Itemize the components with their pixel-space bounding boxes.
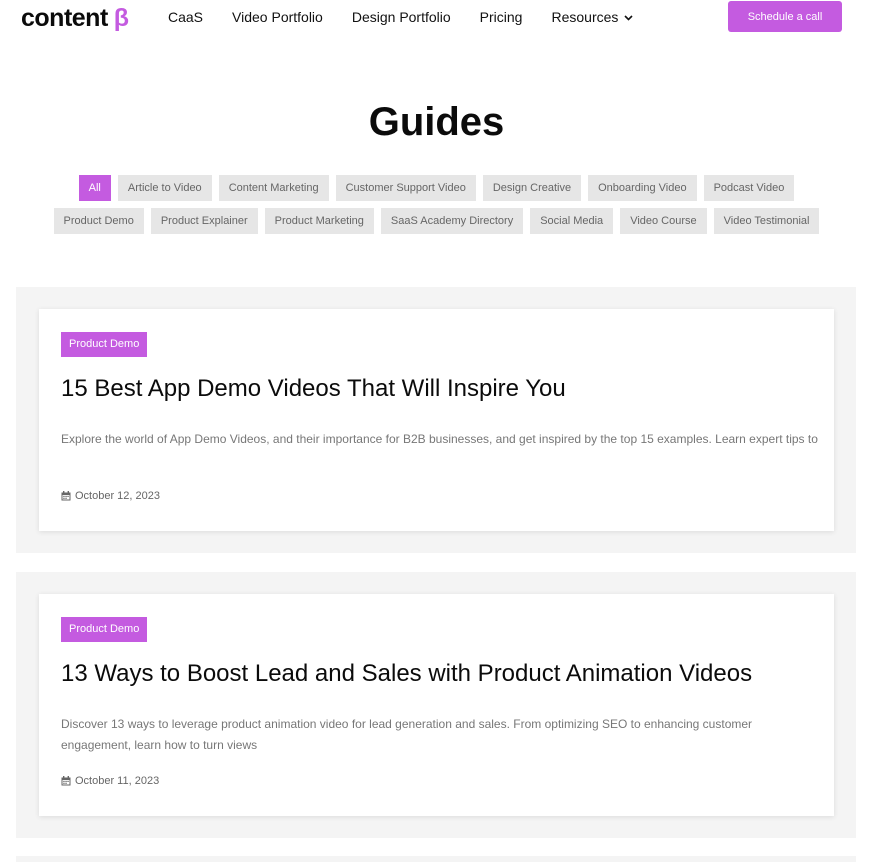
- schedule-call-button[interactable]: Schedule a call: [728, 1, 842, 32]
- filter-article-to-video[interactable]: Article to Video: [117, 175, 212, 201]
- post-section: [16, 856, 856, 862]
- post-excerpt: Discover 13 ways to leverage product ani…: [61, 717, 753, 752]
- logo-beta-mark: β: [113, 4, 129, 32]
- post-date: October 12, 2023: [61, 490, 160, 502]
- calendar-icon: [61, 776, 71, 786]
- filter-product-demo[interactable]: Product Demo: [53, 208, 144, 234]
- calendar-icon: [61, 491, 71, 501]
- post-tag[interactable]: Product Demo: [61, 332, 148, 357]
- post-card[interactable]: Product Demo 13 Ways to Boost Lead and S…: [39, 594, 834, 816]
- post-section: Product Demo 13 Ways to Boost Lead and S…: [16, 572, 856, 838]
- filter-saas-academy-directory[interactable]: SaaS Academy Directory: [380, 208, 524, 234]
- logo-text: content: [21, 4, 108, 32]
- nav-resources[interactable]: Resources: [551, 9, 633, 25]
- nav-resources-label: Resources: [551, 9, 619, 25]
- filter-podcast-video[interactable]: Podcast Video: [703, 175, 795, 201]
- site-header: content β CaaS Video Portfolio Design Por…: [0, 0, 895, 36]
- nav-video-portfolio[interactable]: Video Portfolio: [232, 9, 323, 25]
- filter-content-marketing[interactable]: Content Marketing: [218, 175, 329, 201]
- filter-all[interactable]: All: [78, 175, 111, 201]
- filter-row: All Article to Video Content Marketing C…: [0, 175, 873, 201]
- post-date-text: October 11, 2023: [75, 775, 160, 787]
- post-title[interactable]: 15 Best App Demo Videos That Will Inspir…: [61, 375, 821, 403]
- logo[interactable]: content β: [21, 4, 129, 33]
- post-date-text: October 12, 2023: [75, 490, 161, 502]
- filter-video-testimonial[interactable]: Video Testimonial: [713, 208, 820, 234]
- post-section: Product Demo 15 Best App Demo Videos Tha…: [16, 287, 856, 553]
- filter-social-media[interactable]: Social Media: [530, 208, 614, 234]
- filter-product-marketing[interactable]: Product Marketing: [264, 208, 374, 234]
- filter-design-creative[interactable]: Design Creative: [482, 175, 582, 201]
- filter-video-course[interactable]: Video Course: [620, 208, 707, 234]
- chevron-down-icon: [624, 15, 633, 21]
- post-card[interactable]: Product Demo 15 Best App Demo Videos Tha…: [39, 309, 834, 531]
- nav-caas[interactable]: CaaS: [168, 9, 203, 25]
- filter-customer-support-video[interactable]: Customer Support Video: [335, 175, 476, 201]
- filter-onboarding-video[interactable]: Onboarding Video: [588, 175, 697, 201]
- nav-pricing[interactable]: Pricing: [480, 9, 523, 25]
- nav-design-portfolio[interactable]: Design Portfolio: [352, 9, 451, 25]
- post-date: October 11, 2023: [61, 775, 159, 787]
- category-filters: All Article to Video Content Marketing C…: [0, 175, 873, 241]
- page-title: Guides: [368, 100, 505, 144]
- post-title[interactable]: 13 Ways to Boost Lead and Sales with Pro…: [61, 660, 821, 688]
- main-nav: CaaS Video Portfolio Design Portfolio Pr…: [168, 9, 662, 25]
- filter-row: Product Demo Product Explainer Product M…: [0, 208, 873, 234]
- post-excerpt: Explore the world of App Demo Videos, an…: [61, 432, 818, 446]
- filter-product-explainer[interactable]: Product Explainer: [150, 208, 258, 234]
- post-tag[interactable]: Product Demo: [61, 617, 148, 642]
